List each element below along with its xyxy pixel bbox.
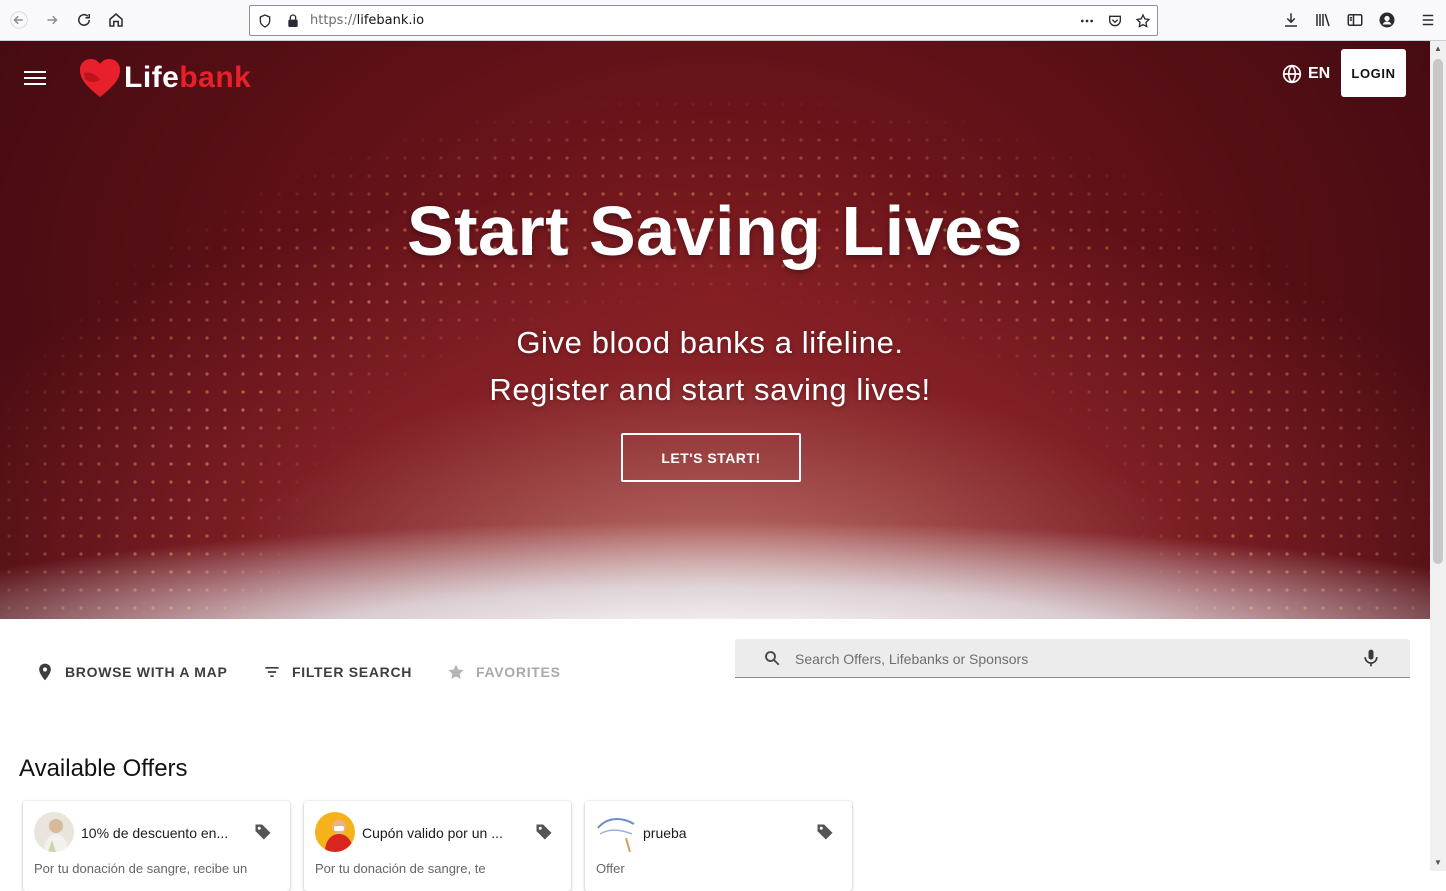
download-icon[interactable] <box>1279 8 1303 32</box>
address-bar[interactable]: https://lifebank.io <box>249 5 1158 36</box>
menu-icon[interactable] <box>22 68 48 88</box>
offer-title: Cupón valido por un ... <box>362 825 503 841</box>
offer-avatar <box>315 812 355 852</box>
offer-card[interactable]: Cupón valido por un ... Por tu donación … <box>304 801 571 891</box>
offer-avatar <box>596 812 636 852</box>
offer-title: 10% de descuento en... <box>81 825 229 841</box>
offer-title: prueba <box>643 825 687 841</box>
tag-icon[interactable] <box>253 822 273 842</box>
hero-subtitle-line2: Register and start saving lives! <box>489 372 931 407</box>
browser-toolbar: https://lifebank.io <box>0 0 1446 41</box>
tag-icon[interactable] <box>534 822 554 842</box>
hamburger-menu-icon[interactable] <box>1416 8 1440 32</box>
lets-start-button[interactable]: LET'S START! <box>621 433 801 482</box>
offer-description: Por tu donación de sangre, recibe un <box>34 861 248 876</box>
search-icon <box>765 651 780 666</box>
filter-search-label: FILTER SEARCH <box>292 664 413 680</box>
login-button[interactable]: LOGIN <box>1341 49 1406 97</box>
offer-avatar <box>34 812 74 852</box>
library-icon[interactable] <box>1311 8 1335 32</box>
favorites-button[interactable]: FAVORITES <box>446 657 561 687</box>
pocket-icon[interactable] <box>1105 11 1125 31</box>
map-pin-icon <box>39 663 51 681</box>
lock-icon[interactable] <box>283 11 303 31</box>
offer-description: Offer <box>596 861 625 876</box>
home-icon[interactable] <box>104 8 128 32</box>
heart-logo-icon <box>80 59 120 97</box>
search-box[interactable] <box>735 639 1410 678</box>
scroll-up-arrow-icon[interactable]: ▲ <box>1434 45 1442 53</box>
globe-icon <box>1282 64 1302 84</box>
star-icon <box>448 664 464 679</box>
url-host: lifebank.io <box>356 13 425 28</box>
more-actions-icon[interactable] <box>1077 11 1097 31</box>
browse-map-label: BROWSE WITH A MAP <box>65 664 228 680</box>
microphone-icon[interactable] <box>1361 648 1381 668</box>
language-selector[interactable]: EN <box>1282 63 1330 85</box>
filter-search-button[interactable]: FILTER SEARCH <box>262 657 412 687</box>
page-scrollbar[interactable]: ▲ ▼ <box>1430 41 1446 871</box>
url-scheme: https:// <box>310 13 357 28</box>
search-input[interactable] <box>795 647 1355 671</box>
hero-subtitle-line1: Give blood banks a lifeline. <box>516 325 904 360</box>
scroll-down-arrow-icon[interactable]: ▼ <box>1434 859 1442 867</box>
sidebar-icon[interactable] <box>1343 8 1367 32</box>
scroll-thumb[interactable] <box>1433 59 1443 564</box>
bookmark-star-icon[interactable] <box>1133 11 1153 31</box>
url-text[interactable]: https://lifebank.io <box>310 13 424 28</box>
search-toolbar: BROWSE WITH A MAP FILTER SEARCH FAVORITE… <box>0 619 1430 729</box>
available-offers-heading: Available Offers <box>19 755 188 782</box>
offer-card[interactable]: prueba Offer <box>585 801 852 891</box>
filter-icon <box>265 667 279 677</box>
favorites-label: FAVORITES <box>476 664 561 680</box>
back-arrow-icon[interactable] <box>7 8 31 32</box>
reload-icon[interactable] <box>72 8 96 32</box>
language-label: EN <box>1308 65 1331 82</box>
brand-name-part2: bank <box>179 61 252 94</box>
forward-arrow-icon[interactable] <box>40 8 64 32</box>
offer-description: Por tu donación de sangre, te <box>315 861 486 876</box>
brand-logo[interactable]: Life bank <box>78 56 251 100</box>
offer-card[interactable]: 10% de descuento en... Por tu donación d… <box>23 801 290 891</box>
hero-title: Start Saving Lives <box>407 192 1023 270</box>
browse-map-button[interactable]: BROWSE WITH A MAP <box>35 657 228 687</box>
tag-icon[interactable] <box>815 822 835 842</box>
account-icon[interactable] <box>1375 8 1399 32</box>
hero-banner: Life bank EN LOGIN Start Saving Lives Giv… <box>0 41 1430 619</box>
brand-name-part1: Life <box>124 61 180 94</box>
shield-icon[interactable] <box>255 11 275 31</box>
